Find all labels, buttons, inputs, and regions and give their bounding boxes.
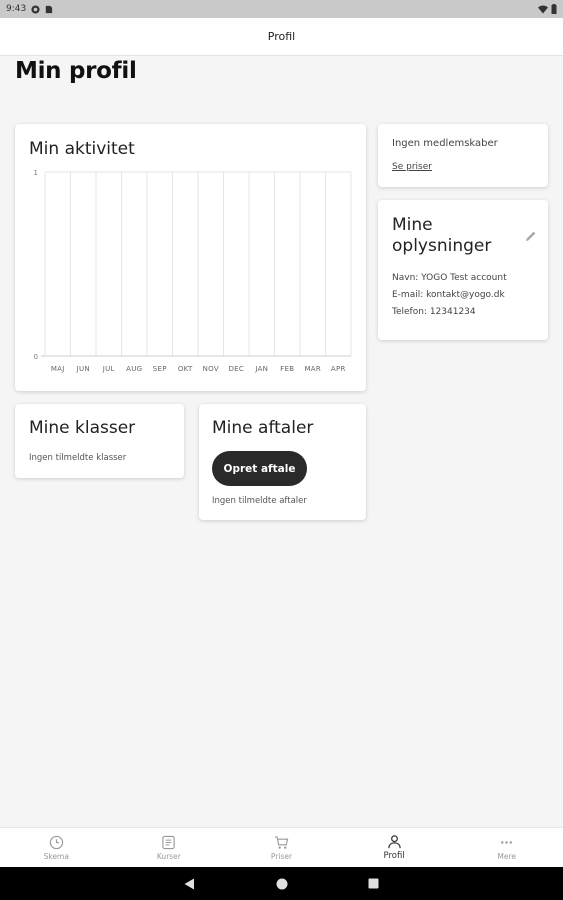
chart-data-point: [159, 355, 161, 357]
nav-label: Priser: [270, 851, 293, 861]
membership-card: Ingen medlemskaber Se priser: [378, 124, 548, 187]
chart-x-tick-label: AUG: [126, 365, 142, 373]
chart-data-point: [210, 355, 212, 357]
nav-label: Kurser: [156, 851, 181, 861]
chart-data-point: [184, 355, 186, 357]
chart-x-tick-label: DEC: [228, 365, 244, 373]
chart-x-tick-label: FEB: [280, 365, 294, 373]
nav-item-priser[interactable]: Priser: [225, 828, 338, 867]
app-bar: Profil: [0, 18, 563, 56]
activity-card: Min aktivitet 0 1 MAJ JUN JUL AUG SEP OKT NOV DEC…: [15, 124, 366, 391]
info-phone: Telefon: 12341234: [392, 307, 476, 317]
page-title: Min profil: [15, 58, 137, 84]
appointments-title: Mine aftaler: [212, 418, 314, 438]
no-membership-text: Ingen medlemskaber: [392, 138, 498, 149]
sd-card-icon: [46, 5, 53, 13]
chart-data-point: [235, 355, 237, 357]
chart-y-tick-label: 1: [34, 169, 38, 177]
status-bar: 9:43: [0, 0, 563, 18]
chart-x-tick-label: MAJ: [51, 365, 65, 373]
chart-x-tick-label: JUN: [76, 365, 90, 373]
classes-title: Mine klasser: [29, 418, 136, 438]
cart-icon: [274, 835, 289, 849]
chart-x-tick-label: OKT: [178, 365, 193, 373]
chart-data-point: [337, 355, 339, 357]
status-time: 9:43: [6, 4, 27, 14]
list-icon: [162, 835, 176, 849]
chart-x-tick-label: APR: [331, 365, 346, 373]
classes-card: Mine klasser Ingen tilmeldte klasser: [15, 404, 184, 478]
activity-chart: 0 1 MAJ JUN JUL AUG SEP OKT NOV DEC JAN FEB MAR APR: [34, 169, 352, 373]
bottom-nav: Skema Kurser Priser Profil Mere: [0, 827, 563, 867]
chart-x-tick-label: JAN: [254, 365, 268, 373]
system-nav-bar: [0, 867, 563, 900]
recents-button[interactable]: [367, 877, 381, 891]
no-classes-text: Ingen tilmeldte klasser: [29, 453, 127, 463]
more-icon: [501, 840, 513, 844]
chart-y-tick-label: 0: [34, 353, 38, 361]
appointments-card: Mine aftaler Opret aftale Ingen tilmeldt…: [199, 404, 366, 520]
nav-label: Skema: [43, 851, 69, 861]
chart-data-point: [312, 355, 314, 357]
see-prices-link[interactable]: Se priser: [392, 162, 432, 172]
nav-item-profil[interactable]: Profil: [338, 828, 451, 867]
chart-data-point: [133, 355, 135, 357]
chart-x-tick-label: NOV: [203, 365, 219, 373]
create-appointment-button[interactable]: Opret aftale: [212, 451, 307, 486]
nav-item-mere[interactable]: Mere: [450, 828, 563, 867]
sync-icon: [31, 4, 40, 14]
nav-item-kurser[interactable]: Kurser: [113, 828, 226, 867]
home-circle-icon: [276, 878, 287, 889]
chart-data-point: [57, 355, 59, 357]
edit-pencil-icon[interactable]: [525, 230, 537, 242]
nav-label: Profil: [383, 851, 405, 861]
chart-x-tick-label: MAR: [304, 365, 321, 373]
chart-data-point: [286, 355, 288, 357]
back-triangle-icon: [184, 878, 194, 889]
chart-data-point: [108, 355, 110, 357]
chart-x-tick-label: SEP: [153, 365, 167, 373]
nav-item-skema[interactable]: Skema: [0, 828, 113, 867]
info-name: Navn: YOGO Test account: [392, 273, 507, 283]
clock-icon: [49, 835, 63, 849]
battery-icon: [551, 4, 557, 14]
home-button[interactable]: [275, 877, 289, 891]
nav-label: Mere: [497, 851, 516, 861]
no-appointments-text: Ingen tilmeldte aftaler: [212, 496, 307, 506]
info-email: E-mail: kontakt@yogo.dk: [392, 290, 505, 300]
info-title: Mine oplysninger: [392, 215, 492, 256]
recents-square-icon: [368, 878, 379, 889]
wifi-icon: [538, 5, 548, 13]
back-button[interactable]: [183, 877, 197, 891]
person-icon: [387, 835, 401, 849]
info-card: Mine oplysninger Navn: YOGO Test account…: [378, 200, 548, 340]
app-bar-title: Profil: [267, 30, 296, 43]
chart-x-tick-label: JUL: [102, 365, 115, 373]
chart-data-point: [261, 355, 263, 357]
chart-data-point: [82, 355, 84, 357]
